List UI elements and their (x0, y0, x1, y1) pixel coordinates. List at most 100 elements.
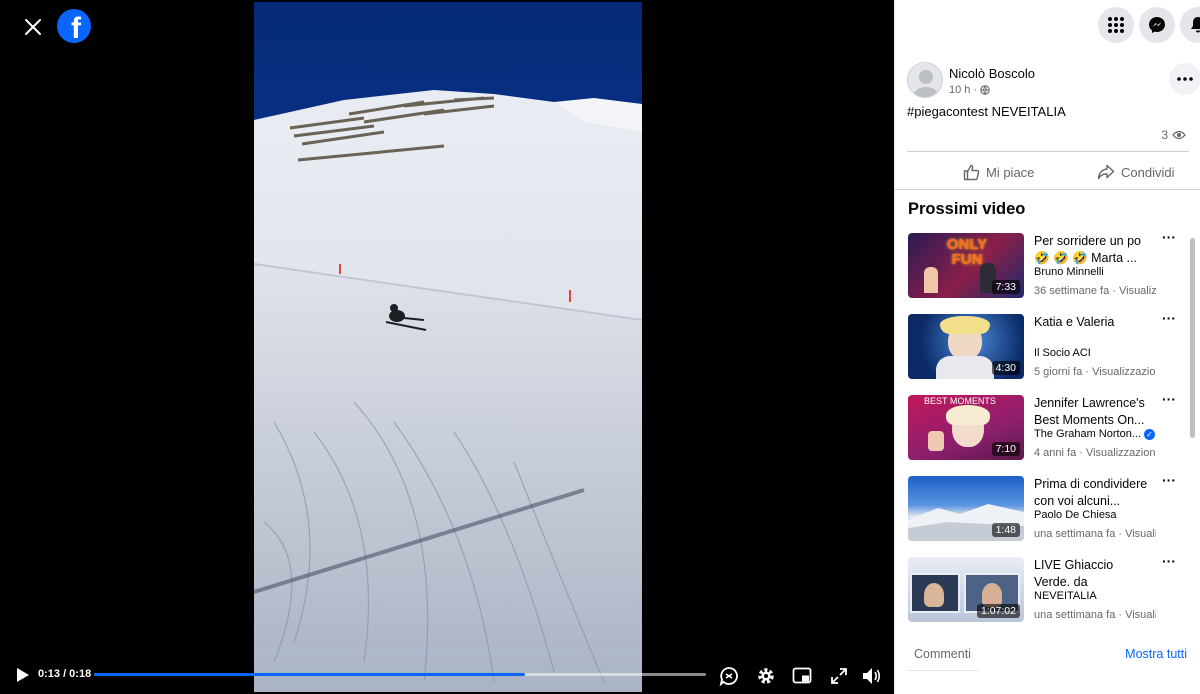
comments-bar: Commenti Mostra tutti (895, 636, 1200, 676)
video-thumbnail[interactable]: BEST MOMENTS 7:10 (908, 395, 1024, 460)
channel-name: The Graham Norton... (1034, 428, 1141, 440)
video-meta: 5 giorni fa · Visualizzazioni (1034, 366, 1156, 378)
thumbnail-caption: BEST MOMENTS (924, 396, 996, 406)
video-title[interactable]: Prima di condividere con voi alcuni... (1034, 476, 1152, 510)
view-count-number: 3 (1161, 128, 1168, 142)
settings-button[interactable] (753, 663, 779, 689)
like-label: Mi piace (986, 164, 1035, 180)
share-icon (1097, 164, 1115, 180)
video-player[interactable]: f 0:13 / 0:18 (0, 0, 894, 694)
channel-name: Il Socio ACI (1034, 347, 1091, 359)
eye-icon (1172, 130, 1186, 140)
video-more-button[interactable]: ··· (1157, 392, 1181, 410)
list-item[interactable]: BEST MOMENTS 7:10 Jennifer Lawrence's Be… (907, 392, 1187, 475)
top-bar (895, 0, 1200, 50)
divider (895, 189, 1200, 190)
video-meta: una settimana fa · Visualizzazioni (1034, 528, 1156, 540)
video-meta: 36 settimane fa · Visualizzazioni (1034, 285, 1156, 297)
list-item[interactable]: 1:07:02 LIVE Ghiaccio Verde. da Zauchens… (907, 554, 1187, 637)
bell-icon (1191, 17, 1200, 33)
gear-icon (758, 668, 774, 684)
ski-slope-video-image (254, 2, 642, 692)
notifications-button[interactable] (1180, 7, 1200, 43)
progress-bar[interactable] (94, 673, 706, 676)
duration-badge: 1:07:02 (976, 604, 1020, 618)
duration-badge: 7:33 (991, 280, 1020, 294)
video-thumbnail[interactable]: 1:48 (908, 476, 1024, 541)
time-display: 0:13 / 0:18 (38, 668, 92, 680)
channel-name: Bruno Minnelli (1034, 266, 1104, 278)
video-meta: 4 anni fa · Visualizzazioni (1034, 447, 1156, 459)
duration-badge: 7:10 (991, 442, 1020, 456)
video-title[interactable]: Per sorridere un po 🤣 🤣 🤣 Marta ... (1034, 233, 1152, 267)
video-thumbnail[interactable]: ONLY FUN 7:33 (908, 233, 1024, 298)
like-button[interactable]: Mi piace (963, 158, 1034, 186)
avatar-placeholder-icon (908, 63, 942, 97)
video-channel[interactable]: The Graham Norton... ✓ (1034, 428, 1164, 440)
view-count: 3 (1161, 128, 1186, 142)
video-channel[interactable]: Il Socio ACI (1034, 347, 1164, 359)
globe-icon (980, 85, 990, 95)
thumbs-up-icon (963, 164, 980, 180)
duration-badge: 1:48 (991, 523, 1020, 537)
post-header: Nicolò Boscolo 10 h · (907, 62, 1200, 102)
next-videos-list: ONLY FUN 7:33 Per sorridere un po 🤣 🤣 🤣 … (907, 230, 1187, 637)
list-item[interactable]: 1:48 Prima di condividere con voi alcuni… (907, 473, 1187, 556)
volume-button[interactable] (859, 663, 885, 689)
thumbnail-caption: ONLY FUN (946, 236, 988, 268)
next-videos-heading: Prossimi video (908, 200, 1026, 218)
more-icon (1177, 77, 1193, 81)
video-frame[interactable] (254, 2, 642, 692)
grid-menu-icon (1108, 17, 1124, 33)
facebook-logo[interactable]: f (57, 9, 91, 43)
fullscreen-button[interactable] (826, 663, 852, 689)
list-item[interactable]: ONLY FUN 7:33 Per sorridere un po 🤣 🤣 🤣 … (907, 230, 1187, 313)
close-icon (25, 19, 41, 35)
fullscreen-icon (831, 668, 847, 684)
play-button[interactable] (12, 664, 34, 686)
divider (907, 151, 1189, 152)
miniplayer-icon (792, 667, 812, 684)
video-more-button[interactable]: ··· (1157, 311, 1181, 329)
post-text: #piegacontest NEVEITALIA (907, 104, 1066, 119)
post-timestamp[interactable]: 10 h · (949, 84, 990, 96)
video-title[interactable]: LIVE Ghiaccio Verde. da Zauchensee a... (1034, 557, 1152, 591)
video-thumbnail[interactable]: 1:07:02 (908, 557, 1024, 622)
menu-button[interactable] (1098, 7, 1134, 43)
channel-name: NEVEITALIA (1034, 590, 1097, 602)
close-button[interactable] (18, 12, 48, 42)
show-all-link[interactable]: Mostra tutti (1125, 647, 1187, 661)
captions-button[interactable] (716, 663, 742, 689)
share-label: Condividi (1121, 164, 1175, 180)
comments-tab[interactable]: Commenti (914, 647, 971, 661)
video-meta: una settimana fa · Visualizzazioni (1034, 609, 1156, 621)
video-channel[interactable]: Bruno Minnelli (1034, 266, 1164, 278)
messenger-button[interactable] (1139, 7, 1175, 43)
volume-icon (863, 668, 881, 684)
list-item[interactable]: 4:30 Katia e Valeria Il Socio ACI 5 gior… (907, 311, 1187, 394)
channel-name: Paolo De Chiesa (1034, 509, 1117, 521)
miniplayer-button[interactable] (789, 663, 815, 689)
post-time-text: 10 h · (949, 84, 978, 96)
video-thumbnail[interactable]: 4:30 (908, 314, 1024, 379)
share-button[interactable]: Condividi (1097, 158, 1174, 186)
video-controls: 0:13 / 0:18 (0, 660, 894, 690)
side-panel: Nicolò Boscolo 10 h · #piegacontest NEVE… (894, 0, 1200, 694)
video-title[interactable]: Katia e Valeria (1034, 314, 1152, 331)
video-more-button[interactable]: ··· (1157, 230, 1181, 248)
duration-badge: 4:30 (991, 361, 1020, 375)
video-more-button[interactable]: ··· (1157, 554, 1181, 572)
progress-fill (94, 673, 525, 676)
author-name[interactable]: Nicolò Boscolo (949, 66, 1035, 81)
video-more-button[interactable]: ··· (1157, 473, 1181, 491)
video-channel[interactable]: Paolo De Chiesa (1034, 509, 1164, 521)
messenger-icon (1149, 17, 1165, 33)
verified-badge-icon: ✓ (1144, 428, 1155, 440)
video-channel[interactable]: NEVEITALIA (1034, 590, 1164, 602)
scrollbar[interactable] (1190, 238, 1195, 438)
play-icon (17, 668, 29, 682)
avatar[interactable] (907, 62, 943, 98)
post-more-button[interactable] (1169, 63, 1200, 95)
video-title[interactable]: Jennifer Lawrence's Best Moments On... (1034, 395, 1152, 429)
captions-icon (719, 667, 738, 686)
